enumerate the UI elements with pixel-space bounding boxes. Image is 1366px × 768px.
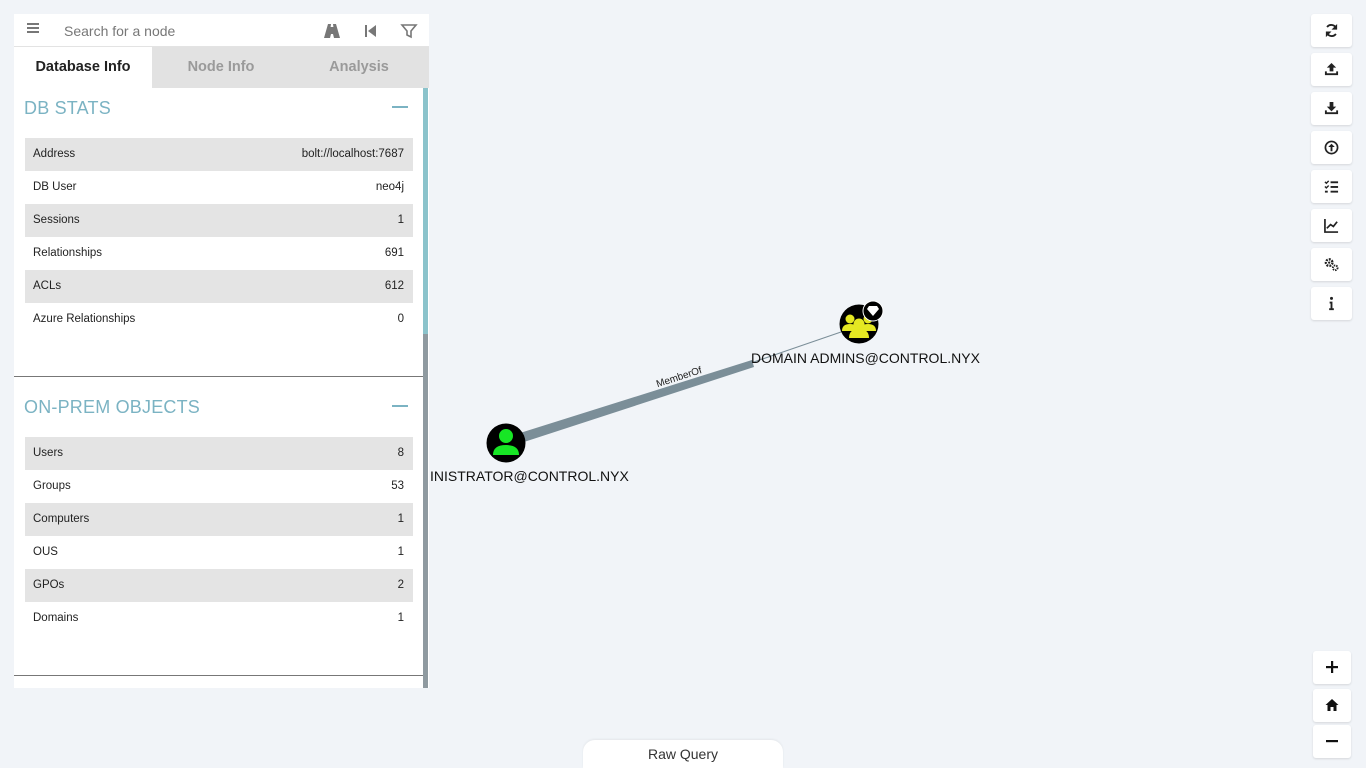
group-node-label[interactable]: DOMAIN ADMINS@CONTROL.NYX (751, 350, 980, 366)
home-button[interactable] (1313, 689, 1351, 722)
upload-button[interactable] (1311, 53, 1352, 86)
query-list-button[interactable] (1311, 170, 1352, 203)
user-node-label[interactable]: INISTRATOR@CONTROL.NYX (430, 468, 629, 484)
info-icon (1329, 296, 1334, 311)
memberof-edge[interactable] (520, 360, 754, 442)
download-icon (1324, 101, 1339, 115)
group-node[interactable] (839, 300, 884, 344)
refresh-icon (1325, 23, 1338, 38)
raw-query-button[interactable]: Raw Query (583, 740, 783, 768)
group-icon (845, 314, 855, 324)
home-icon (1325, 699, 1339, 711)
graph-canvas[interactable]: MemberOf (0, 0, 1300, 740)
stats-button[interactable] (1311, 209, 1352, 242)
user-node[interactable] (486, 423, 526, 463)
zoom-in-button[interactable] (1313, 651, 1351, 684)
query-list-icon (1324, 180, 1339, 193)
refresh-button[interactable] (1311, 14, 1352, 47)
download-button[interactable] (1311, 92, 1352, 125)
import-icon (1324, 140, 1339, 155)
zoom-out-icon (1326, 740, 1338, 743)
user-icon (499, 429, 513, 443)
settings-icon (1324, 258, 1339, 272)
import-button[interactable] (1311, 131, 1352, 164)
zoom-out-button[interactable] (1313, 725, 1351, 758)
stats-chart-icon (1324, 218, 1339, 233)
info-button[interactable] (1311, 287, 1352, 320)
settings-button[interactable] (1311, 248, 1352, 281)
upload-icon (1324, 62, 1339, 76)
zoom-in-icon (1326, 661, 1338, 673)
